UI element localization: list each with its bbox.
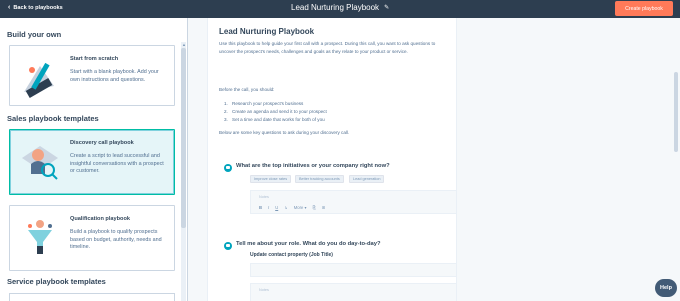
sales-templates-heading: Sales playbook templates: [7, 114, 99, 123]
more-dropdown[interactable]: More ▾: [294, 205, 307, 210]
back-label: Back to playbooks: [13, 4, 63, 11]
discovery-person-icon: [22, 146, 58, 180]
question-icon: [224, 164, 232, 172]
playbook-title[interactable]: Lead Nurturing Playbook ✎: [291, 3, 389, 12]
list-number: 2.: [224, 109, 228, 114]
list-text: Set a time and date that works for both …: [232, 117, 325, 122]
notes-field[interactable]: Notes: [250, 283, 457, 301]
link-icon[interactable]: ↳: [284, 205, 288, 210]
funnel-person-icon: [28, 220, 52, 254]
key-questions-text: Below are some key questions to ask duri…: [219, 130, 350, 135]
scrollbar-thumb[interactable]: [674, 72, 678, 152]
intro-paragraph: Use this playbook to help guide your fir…: [219, 41, 436, 54]
service-templates-heading: Service playbook templates: [7, 277, 106, 286]
italic-button[interactable]: I: [268, 205, 269, 210]
question-icon: [224, 242, 232, 250]
pencil-icon[interactable]: ✎: [384, 4, 389, 11]
chevron-left-icon: ‹: [8, 4, 11, 11]
list-item: 3. Set a time and date that works for bot…: [224, 117, 325, 122]
table-icon[interactable]: ⊞: [322, 205, 326, 210]
list-text: Create an agenda and send it to your pro…: [232, 109, 327, 114]
before-call-text: Before the call, you should:: [219, 87, 275, 92]
card-description: Create a script to lead successful and i…: [70, 153, 164, 174]
template-panel: Build your own Start from scratch Start …: [0, 18, 188, 301]
card-title: Start from scratch: [70, 56, 119, 62]
card-description: Build a playbook to qualify prospects ba…: [70, 229, 162, 250]
list-number: 1.: [224, 101, 228, 106]
list-text: Research your prospect's business: [232, 101, 304, 106]
answer-chip[interactable]: Better tracking accounts: [295, 175, 344, 183]
list-number: 3.: [224, 117, 228, 122]
back-to-playbooks-link[interactable]: ‹ Back to playbooks: [8, 4, 63, 11]
top-bar: ‹ Back to playbooks Lead Nurturing Playb…: [0, 0, 680, 18]
card-discovery-call[interactable]: Discovery call playbook Create a script …: [9, 129, 175, 195]
answer-chip[interactable]: Improve close rates: [250, 175, 292, 183]
underline-button[interactable]: U: [275, 205, 278, 210]
card-title: Discovery call playbook: [70, 140, 134, 146]
playbook-document[interactable]: Lead Nurturing Playbook Use this playboo…: [207, 18, 457, 301]
pencil-ruler-icon: [24, 62, 54, 98]
bold-button[interactable]: B: [259, 205, 262, 210]
help-button[interactable]: Help: [655, 279, 677, 297]
list-item: 1. Research your prospect's business: [224, 101, 303, 106]
rich-text-toolbar: B I U ↳ More ▾ ⎘ ⊞: [259, 205, 325, 210]
answer-chip[interactable]: Lead generation: [349, 175, 385, 183]
card-start-from-scratch[interactable]: Start from scratch Start with a blank pl…: [9, 45, 175, 106]
playbook-title-text: Lead Nurturing Playbook: [291, 3, 380, 12]
card-title: Qualification playbook: [70, 216, 130, 222]
property-label: Update contact property (Job Title): [250, 252, 333, 258]
attach-icon[interactable]: ⎘: [313, 205, 316, 210]
build-your-own-heading: Build your own: [7, 30, 62, 39]
card-qualification[interactable]: Qualification playbook Build a playbook …: [9, 205, 175, 271]
job-title-input[interactable]: [250, 263, 457, 277]
card-partial[interactable]: [9, 293, 175, 301]
document-area: Lead Nurturing Playbook Use this playboo…: [195, 18, 680, 301]
page-scrollbar[interactable]: [673, 20, 679, 300]
notes-placeholder: Notes: [259, 195, 269, 199]
left-scrollbar[interactable]: ▲ ▼: [181, 42, 186, 301]
list-item: 2. Create an agenda and send it to your p…: [224, 109, 327, 114]
question-1: What are the top initiatives or your com…: [236, 163, 390, 169]
card-description: Start with a blank playbook. Add your ow…: [70, 69, 159, 83]
scroll-up-icon[interactable]: ▲: [182, 42, 186, 47]
notes-field[interactable]: Notes B I U ↳ More ▾ ⎘ ⊞: [250, 190, 457, 214]
question-2: Tell me about your role. What do you do …: [236, 241, 381, 247]
notes-placeholder: Notes: [259, 288, 269, 292]
scrollbar-thumb[interactable]: [181, 48, 186, 228]
document-title: Lead Nurturing Playbook: [219, 27, 315, 36]
create-playbook-button[interactable]: Create playbook: [615, 1, 673, 16]
